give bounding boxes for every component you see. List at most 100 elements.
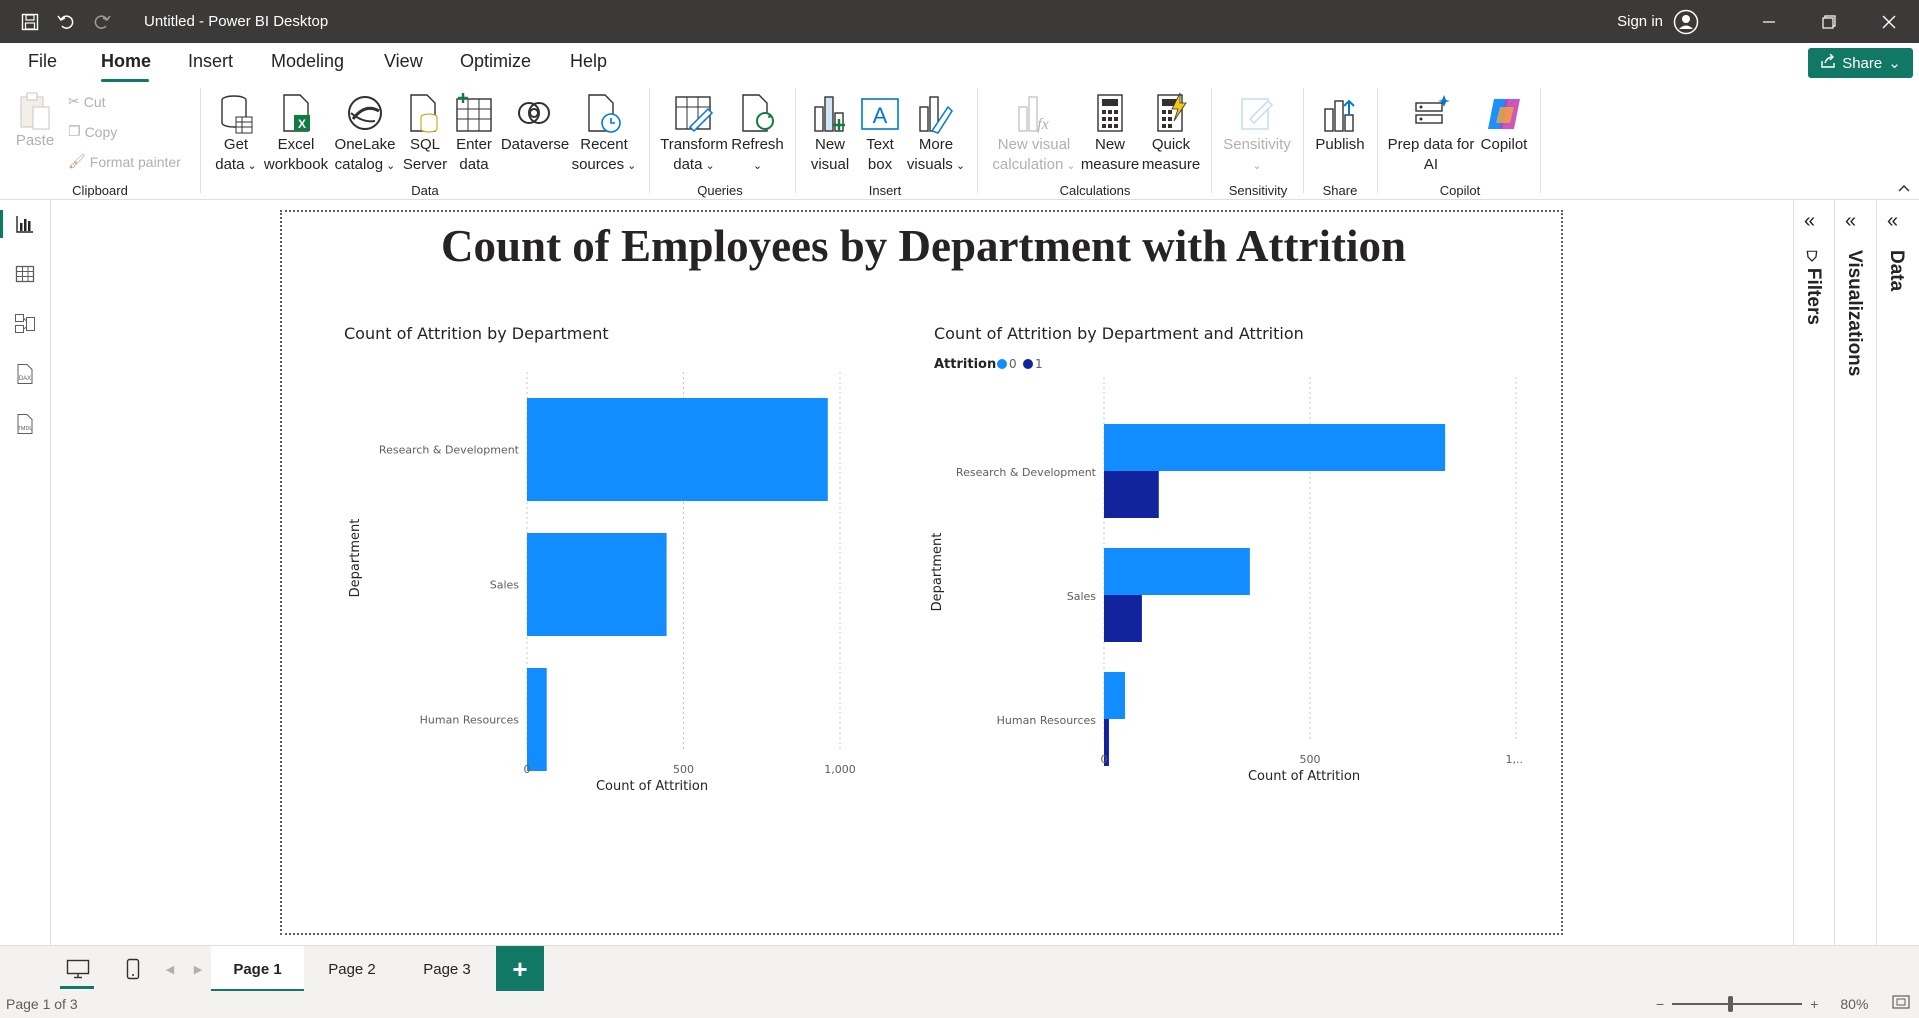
refresh-button[interactable]: Refresh ⌄ bbox=[730, 93, 785, 176]
copilot-icon bbox=[1488, 99, 1520, 129]
sign-in-link[interactable]: Sign in bbox=[1617, 13, 1663, 30]
cut-button[interactable]: ✂ Cut bbox=[68, 93, 106, 110]
restore-button[interactable] bbox=[1799, 0, 1859, 43]
tmdl-view-icon[interactable]: TMDL bbox=[13, 412, 37, 436]
title-bar: Untitled - Power BI Desktop Sign in bbox=[0, 0, 1919, 43]
tab-insert[interactable]: Insert bbox=[188, 51, 233, 72]
attrition-by-department-and-attrition-chart[interactable]: Count of Attrition by Department and Att… bbox=[924, 312, 1524, 892]
new-visual-button[interactable]: New visual bbox=[806, 93, 854, 175]
insert-group-label: Insert bbox=[868, 183, 902, 198]
more-visuals-button[interactable]: More visuals ⌄ bbox=[905, 93, 967, 176]
dataverse-label: Dataverse bbox=[500, 136, 570, 153]
page-tab-1[interactable]: Page 1 bbox=[211, 946, 304, 992]
enter-data-button[interactable]: Enter data bbox=[450, 93, 498, 175]
minimize-button[interactable] bbox=[1739, 0, 1799, 43]
active-view-indicator bbox=[0, 210, 3, 238]
dataverse-button[interactable]: Dataverse bbox=[500, 93, 570, 155]
expand-visualizations-icon[interactable]: « bbox=[1845, 210, 1856, 233]
format-painter-button[interactable]: 🖌 Format painter bbox=[68, 153, 181, 170]
bar[interactable] bbox=[527, 398, 828, 501]
copilot-button[interactable]: Copilot bbox=[1476, 93, 1532, 155]
active-tab-indicator bbox=[101, 79, 149, 82]
sensitivity-group-label: Sensitivity bbox=[1228, 183, 1288, 198]
page-tab-2[interactable]: Page 2 bbox=[306, 946, 398, 992]
tab-modeling[interactable]: Modeling bbox=[271, 51, 344, 72]
bar-series-1[interactable] bbox=[1104, 471, 1159, 518]
prep-data-for-ai-button[interactable]: Prep data for AI bbox=[1386, 93, 1476, 175]
zoom-slider-thumb[interactable] bbox=[1728, 995, 1734, 1012]
transform-data-button[interactable]: Transform data ⌄ bbox=[658, 93, 730, 176]
recent-label: Recent bbox=[580, 136, 628, 153]
bar[interactable] bbox=[527, 668, 547, 771]
y-axis-title: Department bbox=[930, 533, 945, 612]
zoom-in-icon[interactable]: + bbox=[1810, 996, 1818, 1012]
add-page-button[interactable]: + bbox=[496, 946, 544, 992]
page-tab-3[interactable]: Page 3 bbox=[400, 946, 494, 992]
zoom-level[interactable]: 80% bbox=[1840, 996, 1868, 1012]
undo-icon[interactable] bbox=[50, 6, 82, 38]
bar[interactable] bbox=[527, 533, 667, 636]
zoom-out-icon[interactable]: − bbox=[1656, 996, 1664, 1012]
fit-to-page-icon[interactable] bbox=[1892, 995, 1911, 1012]
dax-query-view-icon[interactable]: DAX bbox=[13, 362, 37, 386]
chart-title: Count of Attrition by Department and Att… bbox=[934, 324, 1304, 343]
category-label: Sales bbox=[490, 579, 520, 592]
active-layout-indicator bbox=[60, 986, 94, 989]
desktop-layout-icon[interactable] bbox=[58, 954, 98, 984]
scroll-left-icon[interactable]: ◀ bbox=[158, 954, 182, 984]
text-box-button[interactable]: A Text box bbox=[856, 93, 904, 175]
account-icon[interactable] bbox=[1673, 9, 1699, 35]
chevron-down-icon: ⌄ bbox=[1252, 160, 1262, 172]
report-view-icon[interactable] bbox=[13, 212, 37, 236]
table-view-icon[interactable] bbox=[13, 262, 37, 286]
sensitivity-button[interactable]: Sensitivity ⌄ bbox=[1218, 93, 1296, 176]
scroll-right-icon[interactable]: ▶ bbox=[186, 954, 210, 984]
model-view-icon[interactable] bbox=[13, 312, 37, 336]
tab-home[interactable]: Home bbox=[101, 51, 151, 72]
tab-optimize[interactable]: Optimize bbox=[460, 51, 531, 72]
sql-server-button[interactable]: SQL Server bbox=[400, 93, 450, 175]
category-label: Sales bbox=[1067, 590, 1097, 603]
tab-file[interactable]: File bbox=[28, 51, 57, 72]
new-measure-label: New bbox=[1094, 136, 1125, 153]
recent-label-2: sources bbox=[571, 156, 625, 173]
bar-series-0[interactable] bbox=[1104, 424, 1446, 471]
new-visual-calculation-button[interactable]: fx New visual calculation ⌄ bbox=[992, 93, 1076, 176]
quick-measure-button[interactable]: Quick measure bbox=[1140, 93, 1202, 175]
attrition-by-department-chart[interactable]: Count of Attrition by Department Researc… bbox=[332, 312, 892, 892]
bar-series-0[interactable] bbox=[1104, 548, 1250, 595]
tab-help[interactable]: Help bbox=[570, 51, 607, 72]
get-data-button[interactable]: Get data ⌄ bbox=[210, 93, 262, 176]
publish-button[interactable]: Publish bbox=[1310, 93, 1370, 155]
copy-button[interactable]: ❐ Copy bbox=[68, 123, 117, 140]
excel-workbook-button[interactable]: X Excel workbook bbox=[262, 93, 330, 175]
report-page: Count of Employees by Department with At… bbox=[280, 210, 1563, 935]
save-icon[interactable] bbox=[14, 6, 46, 38]
filters-pane[interactable]: « ⛉ Filters bbox=[1793, 200, 1834, 945]
zoom-slider[interactable] bbox=[1672, 995, 1803, 1012]
mobile-layout-icon[interactable] bbox=[113, 954, 153, 984]
paste-button[interactable]: Paste bbox=[12, 91, 58, 151]
expand-filters-icon[interactable]: « bbox=[1804, 210, 1815, 233]
scissors-icon: ✂ bbox=[68, 93, 80, 109]
text-box-label: Text bbox=[866, 136, 894, 153]
visualizations-pane-title: Visualizations bbox=[1844, 250, 1865, 377]
x-tick-label: 1,... bbox=[1506, 753, 1525, 766]
redo-icon[interactable] bbox=[86, 6, 118, 38]
report-title[interactable]: Count of Employees by Department with At… bbox=[282, 220, 1565, 272]
legend-title: Attrition bbox=[934, 357, 996, 372]
expand-data-icon[interactable]: « bbox=[1887, 210, 1898, 233]
bar-series-0[interactable] bbox=[1104, 672, 1126, 719]
data-pane[interactable]: « Data bbox=[1876, 200, 1919, 945]
new-measure-button[interactable]: New measure bbox=[1080, 93, 1140, 175]
share-button[interactable]: Share ⌄ bbox=[1808, 48, 1913, 78]
queries-group-label: Queries bbox=[697, 183, 743, 198]
collapse-ribbon-icon[interactable] bbox=[1898, 181, 1910, 195]
recent-sources-button[interactable]: Recent sources ⌄ bbox=[570, 93, 638, 176]
close-button[interactable] bbox=[1859, 0, 1919, 43]
onelake-catalog-button[interactable]: OneLake catalog ⌄ bbox=[330, 93, 400, 176]
tab-view[interactable]: View bbox=[384, 51, 423, 72]
svg-text:TMDL: TMDL bbox=[18, 426, 33, 432]
visualizations-pane[interactable]: « Visualizations bbox=[1834, 200, 1875, 945]
bar-series-1[interactable] bbox=[1104, 595, 1142, 642]
